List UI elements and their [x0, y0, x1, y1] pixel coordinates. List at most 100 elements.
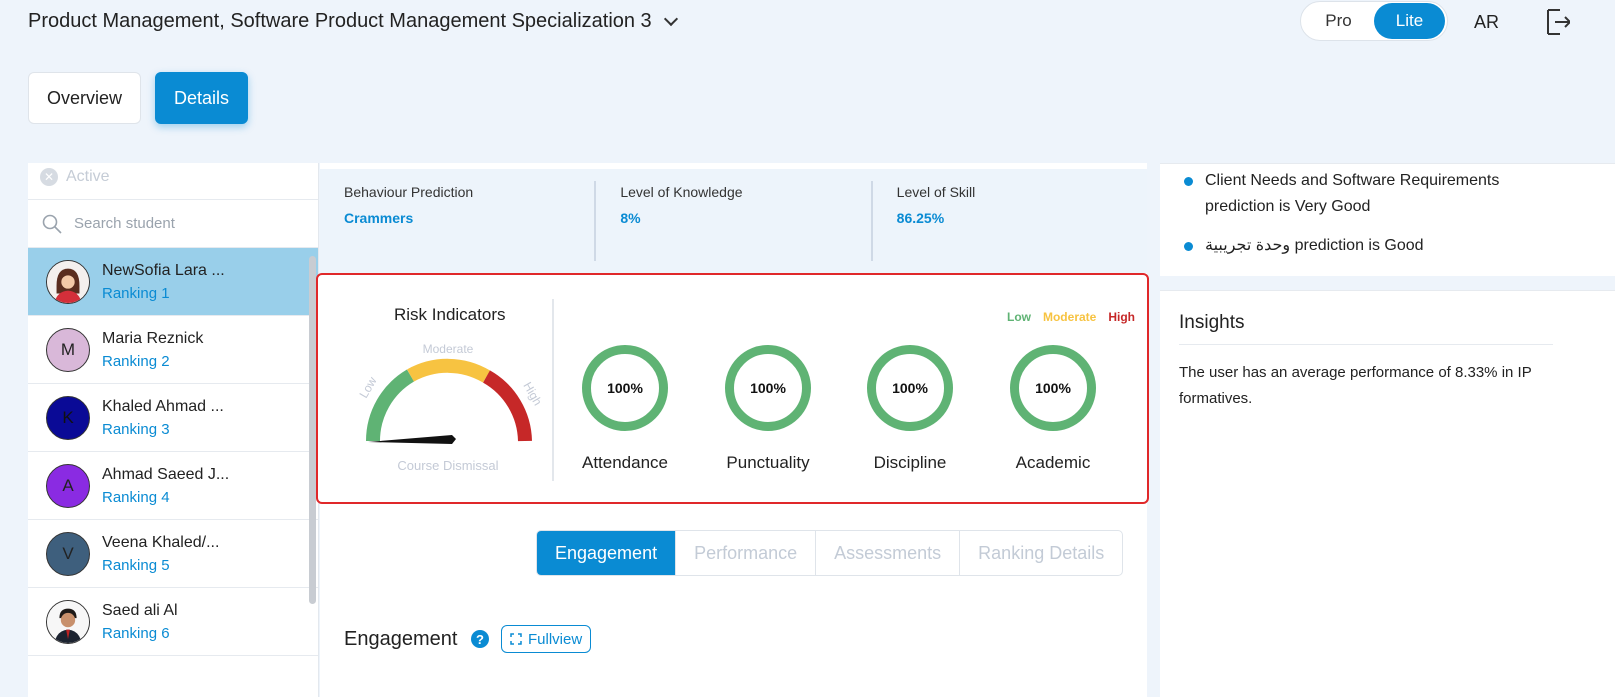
gauge-low-label: Low — [356, 374, 379, 400]
divider — [552, 299, 554, 481]
gauge-high-label: High — [520, 380, 542, 408]
prediction-label: Behaviour Prediction — [344, 184, 474, 200]
student-item[interactable]: Saed ali Al Ranking 6 — [28, 588, 318, 656]
tab-overview[interactable]: Overview — [28, 72, 142, 124]
divider — [1179, 344, 1553, 345]
tab-performance[interactable]: Performance — [675, 531, 815, 575]
avatar — [46, 259, 90, 304]
student-ranking: Ranking 4 — [102, 488, 170, 506]
student-name: NewSofia Lara ... — [102, 261, 225, 279]
fullview-button[interactable]: Fullview — [501, 625, 592, 653]
indicator-label: Discipline — [873, 453, 947, 472]
avatar — [46, 599, 90, 644]
chevron-down-icon[interactable] — [663, 11, 678, 26]
bullet-icon — [1184, 242, 1193, 251]
indicator-ring: 100% — [725, 345, 811, 431]
avatar: K — [46, 395, 90, 440]
gauge-moderate-label: Moderate — [423, 342, 474, 356]
skill-level: Level of Skill 86.25% — [870, 181, 1147, 261]
risk-legend: Low Moderate High — [1007, 310, 1135, 324]
bullet-icon — [1184, 177, 1193, 186]
student-ranking: Ranking 6 — [102, 624, 170, 642]
student-search — [28, 200, 318, 248]
legend-high: High — [1108, 310, 1135, 324]
prediction-value: 86.25% — [896, 210, 945, 226]
course-selector[interactable]: Product Management, Software Product Man… — [28, 10, 678, 33]
engagement-title: Engagement — [344, 628, 458, 650]
behaviour-prediction: Behaviour Prediction Crammers — [320, 169, 594, 273]
logout-icon[interactable] — [1546, 8, 1570, 36]
indicator-label: Punctuality — [726, 453, 810, 472]
student-ranking: Ranking 5 — [102, 556, 170, 574]
student-name: Ahmad Saeed J... — [102, 465, 230, 483]
student-photo — [47, 600, 89, 643]
punctuality-indicator: 100% Punctuality — [713, 345, 823, 473]
prediction-item: وحدة تجريبية prediction is Good — [1184, 233, 1514, 259]
indicator-ring: 100% — [1010, 345, 1096, 431]
expand-icon — [510, 633, 522, 645]
active-filter[interactable]: ✕ Active — [28, 163, 318, 200]
mode-lite-button[interactable]: Lite — [1374, 3, 1445, 39]
avatar: M — [46, 327, 90, 372]
prediction-text: Client Needs and Software Requirements p… — [1205, 172, 1500, 215]
tab-assessments[interactable]: Assessments — [815, 531, 959, 575]
academic-indicator: 100% Academic — [998, 345, 1108, 473]
prediction-bar: Behaviour Prediction Crammers Level of K… — [320, 169, 1147, 273]
student-item[interactable]: M Maria Reznick Ranking 2 — [28, 316, 318, 384]
knowledge-level: Level of Knowledge 8% — [594, 181, 870, 261]
student-name: Khaled Ahmad ... — [102, 397, 224, 415]
prediction-text: وحدة تجريبية prediction is Good — [1205, 237, 1424, 254]
student-name: Saed ali Al — [102, 601, 178, 619]
student-name: Maria Reznick — [102, 329, 204, 347]
prediction-item: Client Needs and Software Requirements p… — [1184, 168, 1514, 220]
tab-details[interactable]: Details — [155, 72, 249, 124]
avatar: V — [46, 531, 90, 576]
mode-pro-button[interactable]: Pro — [1303, 3, 1374, 39]
student-ranking: Ranking 1 — [102, 284, 170, 302]
prediction-label: Level of Knowledge — [620, 184, 743, 200]
language-switch[interactable]: AR — [1474, 12, 1499, 33]
risk-title: Risk Indicators — [394, 305, 506, 324]
gauge-bottom-label: Course Dismissal — [397, 458, 498, 473]
student-name: Veena Khaled/... — [102, 533, 220, 551]
student-ranking: Ranking 2 — [102, 352, 170, 370]
risk-gauge: Moderate Low High Course Dismissal — [356, 342, 542, 473]
student-item[interactable]: NewSofia Lara ... Ranking 1 — [28, 248, 318, 316]
indicator-label: Attendance — [581, 453, 668, 472]
search-icon — [42, 214, 62, 234]
avatar: A — [46, 463, 90, 508]
search-input[interactable] — [74, 215, 294, 232]
prediction-label: Level of Skill — [896, 184, 976, 200]
discipline-indicator: 100% Discipline — [855, 345, 965, 473]
student-ranking: Ranking 3 — [102, 420, 170, 438]
active-filter-label: Active — [66, 168, 110, 185]
risk-indicators-card: Risk Indicators Moderate Low High Course… — [316, 273, 1149, 504]
tab-engagement[interactable]: Engagement — [537, 531, 676, 575]
insights-text: The user has an average performance of 8… — [1179, 364, 1532, 407]
student-item[interactable]: V Veena Khaled/... Ranking 5 — [28, 520, 318, 588]
insights-title: Insights — [1179, 312, 1245, 333]
insights-card: Insights The user has an average perform… — [1160, 290, 1615, 697]
mode-toggle[interactable]: Pro Lite — [1300, 1, 1448, 41]
legend-moderate: Moderate — [1042, 310, 1097, 324]
help-icon[interactable]: ? — [471, 630, 489, 648]
attendance-indicator: 100% Attendance — [570, 345, 680, 473]
course-title: Product Management, Software Product Man… — [28, 10, 652, 32]
prediction-value: Crammers — [344, 210, 414, 226]
indicator-label: Academic — [1015, 453, 1091, 472]
legend-low: Low — [1006, 310, 1031, 324]
prediction-summary: Client Needs and Software Requirements p… — [1160, 163, 1615, 276]
prediction-value: 8% — [620, 210, 641, 226]
tab-ranking-details[interactable]: Ranking Details — [959, 531, 1122, 575]
student-item[interactable]: A Ahmad Saeed J... Ranking 4 — [28, 452, 318, 520]
indicator-ring: 100% — [867, 345, 953, 431]
student-panel: ✕ Active NewSofia Lara ... Ranking 1 M M… — [28, 163, 319, 697]
student-photo — [47, 260, 89, 303]
close-icon[interactable]: ✕ — [40, 168, 58, 186]
gauge-needle — [368, 435, 456, 444]
fullview-label: Fullview — [528, 630, 583, 648]
student-list-scrollbar[interactable] — [309, 256, 316, 604]
indicator-ring: 100% — [582, 345, 668, 431]
student-item[interactable]: K Khaled Ahmad ... Ranking 3 — [28, 384, 318, 452]
detail-tabs: Engagement Performance Assessments Ranki… — [536, 530, 1124, 576]
